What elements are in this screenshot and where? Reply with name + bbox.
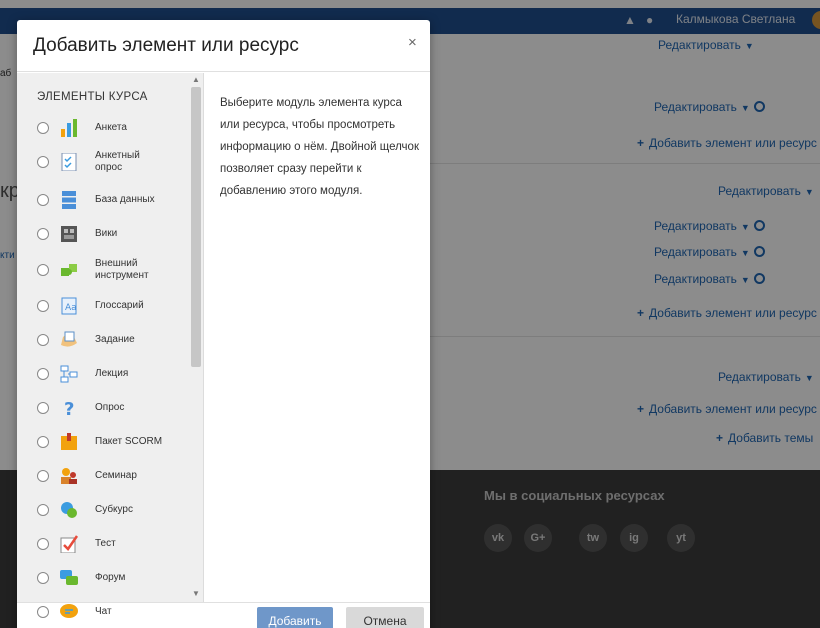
module-label: Анкета bbox=[95, 122, 127, 133]
svg-text:?: ? bbox=[64, 399, 74, 417]
module-label: Тест bbox=[95, 538, 116, 549]
module-description: Выберите модуль элемента курса или ресур… bbox=[220, 97, 419, 197]
module-label: Семинар bbox=[95, 470, 137, 481]
svg-text:Aa: Aa bbox=[65, 303, 77, 313]
close-icon[interactable]: × bbox=[408, 34, 417, 51]
module-option-lesson[interactable]: Лекция bbox=[17, 357, 189, 391]
radio-button[interactable] bbox=[37, 470, 49, 482]
module-option-feedback[interactable]: Анкета bbox=[17, 111, 189, 145]
radio-button[interactable] bbox=[37, 264, 49, 276]
module-option-scorm[interactable]: Пакет SCORM bbox=[17, 425, 189, 459]
chart-icon bbox=[61, 119, 77, 137]
module-label: Задание bbox=[95, 334, 135, 345]
module-option-wiki[interactable]: Вики bbox=[17, 217, 189, 251]
module-option-external-tool[interactable]: Внешний инструмент bbox=[17, 253, 189, 287]
dialog-header: Добавить элемент или ресурс × bbox=[17, 20, 430, 72]
database-icon bbox=[62, 191, 76, 209]
scorm-icon bbox=[61, 433, 77, 450]
module-option-forum[interactable]: Форум bbox=[17, 561, 189, 595]
radio-button[interactable] bbox=[37, 538, 49, 550]
lesson-icon bbox=[60, 365, 78, 383]
module-option-choice[interactable]: ? Опрос bbox=[17, 391, 189, 425]
radio-button[interactable] bbox=[37, 436, 49, 448]
module-label: Анкетный опрос bbox=[95, 150, 140, 173]
radio-button[interactable] bbox=[37, 228, 49, 240]
subcourse-icon bbox=[61, 502, 77, 518]
radio-button[interactable] bbox=[37, 402, 49, 414]
module-option-workshop[interactable]: Семинар bbox=[17, 459, 189, 493]
workshop-icon bbox=[61, 468, 77, 484]
radio-button[interactable] bbox=[37, 156, 49, 168]
module-option-database[interactable]: База данных bbox=[17, 183, 189, 217]
module-option-questionnaire[interactable]: Анкетный опрос bbox=[17, 145, 189, 179]
radio-button[interactable] bbox=[37, 368, 49, 380]
module-list-scrollbar[interactable]: ▲ ▼ bbox=[189, 73, 203, 602]
module-label: Пакет SCORM bbox=[95, 436, 163, 447]
module-label: Субкурс bbox=[95, 504, 133, 515]
radio-button[interactable] bbox=[37, 122, 49, 134]
module-label: Вики bbox=[95, 228, 118, 239]
quiz-icon bbox=[60, 535, 79, 553]
module-label: Глоссарий bbox=[95, 300, 144, 311]
radio-button[interactable] bbox=[37, 504, 49, 516]
activity-chooser-dialog: Добавить элемент или ресурс × ЭЛЕМЕНТЫ К… bbox=[17, 20, 430, 628]
module-option-glossary[interactable]: Aa Глоссарий bbox=[17, 289, 189, 323]
scroll-down-icon[interactable]: ▼ bbox=[192, 589, 200, 598]
module-label: Внешний инструмент bbox=[95, 258, 149, 281]
radio-button[interactable] bbox=[37, 300, 49, 312]
scroll-up-icon[interactable]: ▲ bbox=[192, 75, 200, 84]
cancel-button[interactable]: Отмена bbox=[346, 607, 424, 628]
dialog-footer: Добавить Отмена bbox=[17, 602, 430, 628]
dialog-title: Добавить элемент или ресурс bbox=[33, 35, 299, 56]
module-option-subcourse[interactable]: Субкурс bbox=[17, 493, 189, 527]
module-list: ЭЛЕМЕНТЫ КУРСА Анкета Анкетный опрос Баз… bbox=[17, 73, 204, 618]
module-label: База данных bbox=[95, 194, 155, 205]
wiki-icon bbox=[61, 226, 77, 242]
section-label: ЭЛЕМЕНТЫ КУРСА bbox=[37, 91, 148, 103]
radio-button[interactable] bbox=[37, 194, 49, 206]
module-label: Лекция bbox=[95, 368, 129, 379]
assignment-icon bbox=[61, 331, 77, 347]
glossary-icon: Aa bbox=[61, 297, 77, 315]
module-label: Форум bbox=[95, 572, 126, 583]
module-label: Опрос bbox=[95, 402, 125, 413]
module-option-assignment[interactable]: Задание bbox=[17, 323, 189, 357]
radio-button[interactable] bbox=[37, 334, 49, 346]
add-button[interactable]: Добавить bbox=[257, 607, 333, 628]
puzzle-icon bbox=[61, 264, 77, 276]
questionnaire-icon bbox=[61, 153, 77, 171]
radio-button[interactable] bbox=[37, 572, 49, 584]
question-icon: ? bbox=[64, 399, 74, 417]
forum-icon bbox=[60, 570, 78, 585]
scroll-thumb[interactable] bbox=[191, 87, 201, 367]
module-option-quiz[interactable]: Тест bbox=[17, 527, 189, 561]
